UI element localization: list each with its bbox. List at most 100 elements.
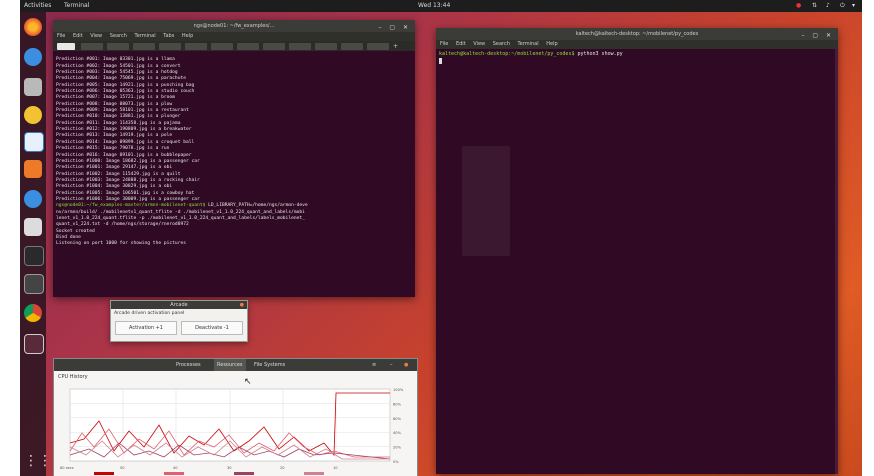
menu-edit[interactable]: Edit	[456, 41, 466, 47]
menu-help[interactable]: Help	[546, 41, 557, 47]
window-title: kaltech@kaltech-desktop: ~/mobilenet/py_…	[575, 31, 699, 37]
terminal-line: Prediction #007: Image 15721.jpg is a br…	[56, 95, 175, 101]
menu-tabs[interactable]: Tabs	[163, 33, 174, 39]
menu-edit[interactable]: Edit	[73, 33, 83, 39]
network-icon[interactable]: ⇅	[812, 0, 817, 12]
terminal-line: Prediction #1006: Image 30009.jpg is a p…	[56, 196, 200, 202]
menu-terminal[interactable]: Terminal	[135, 33, 156, 39]
tab-file-systems[interactable]: File Systems	[254, 359, 285, 371]
y-tick: 20%	[393, 446, 402, 450]
amazon-icon[interactable]	[24, 218, 42, 236]
terminal-line: Prediction #002: Image 54501.jpg is a co…	[56, 63, 181, 69]
terminal-tab[interactable]	[341, 43, 363, 50]
menu-caret-icon[interactable]: ▾	[852, 0, 855, 12]
shell-prompt: ngs@node01:~/fw_examples-master/armnn-mo…	[56, 203, 206, 209]
terminal-tab[interactable]	[57, 43, 75, 50]
help-icon[interactable]	[24, 190, 42, 208]
x-tick: 50	[120, 466, 125, 470]
terminal-line: Prediction #1004: Image 30829.jpg is a o…	[56, 184, 173, 190]
terminal-tab[interactable]	[211, 43, 233, 50]
command-text: LD_LIBRARY_PATH=/home/ngs/armnn-deve	[205, 203, 308, 209]
new-tab-icon[interactable]: +	[393, 43, 407, 50]
right-terminal-title: kaltech@kaltech-desktop: ~/mobilenet/py_…	[436, 28, 838, 40]
left-terminal-title: ngs@node01: ~/fw_examples/... – ▢ ✕	[53, 20, 415, 32]
terminal-tab[interactable]	[367, 43, 389, 50]
left-terminal-output[interactable]: Prediction #001: Image 03301.jpg is a ll…	[53, 51, 415, 248]
menu-file[interactable]: File	[57, 33, 65, 39]
deactivate-button[interactable]: Deactivate -1	[181, 321, 243, 335]
terminal-line: Prediction #001: Image 03301.jpg is a ll…	[56, 57, 175, 63]
faint-overlay	[462, 146, 510, 256]
monitor-icon[interactable]	[24, 274, 44, 294]
dialog-title: Arcade	[170, 302, 188, 308]
close-icon[interactable]: ●	[240, 301, 244, 309]
window-controls[interactable]: – ▢ ✕	[801, 30, 834, 42]
terminal-tab-strip: +	[53, 41, 415, 51]
y-tick: 40%	[393, 431, 402, 435]
terminal-line: Prediction #016: Image 09101.jpg is a bu…	[56, 152, 192, 158]
activities-button[interactable]: Activities	[24, 0, 51, 12]
terminal-line: Prediction #1005: Image 106501.jpg is a …	[56, 190, 195, 196]
right-terminal-window: kaltech@kaltech-desktop: ~/mobilenet/py_…	[436, 28, 838, 474]
apps-grid-icon[interactable]: ⋮⋮	[24, 452, 52, 470]
menu-file[interactable]: File	[440, 41, 448, 47]
menu-view[interactable]: View	[473, 41, 485, 47]
terminal-line: Prediction #015: Image 79078.jpg is a ru…	[56, 146, 170, 152]
record-icon[interactable]: ●	[796, 0, 801, 12]
terminal-tab[interactable]	[185, 43, 207, 50]
terminal-line: Prediction #003: Image 54545.jpg is a ho…	[56, 70, 178, 76]
dock: ⋮⋮	[20, 12, 52, 476]
terminal-tab[interactable]	[81, 43, 103, 50]
status-line: Bind done	[56, 234, 81, 240]
menu-icon[interactable]: ≡	[372, 359, 376, 371]
left-terminal-menubar: File Edit View Search Terminal Tabs Help	[53, 32, 415, 41]
volume-icon[interactable]: ♪	[826, 0, 830, 12]
terminal-line: Prediction #006: Image 05363.jpg is a st…	[56, 89, 195, 95]
terminal-tab[interactable]	[107, 43, 129, 50]
terminal-tab[interactable]	[315, 43, 337, 50]
app-menu[interactable]: Terminal	[64, 0, 89, 12]
terminal-tab[interactable]	[133, 43, 155, 50]
right-terminal-menubar: File Edit View Search Terminal Help	[436, 40, 838, 49]
tab-processes[interactable]: Processes	[176, 359, 201, 371]
command-text: quant_v1_224.txt -d /home/ngs/storage/rn…	[56, 222, 189, 228]
terminal-line: Prediction #008: Image 08073.jpg is a pl…	[56, 101, 173, 107]
x-tick: 30	[227, 466, 232, 470]
terminal-tab[interactable]	[263, 43, 285, 50]
dialog-titlebar: Arcade ●	[111, 301, 247, 309]
rhythmbox-icon[interactable]	[24, 106, 42, 124]
system-monitor-window: Processes Resources File Systems ≡ – ● C…	[53, 358, 418, 476]
activation-dialog: Arcade ● Arcade driven activation panel …	[110, 300, 248, 342]
menu-search[interactable]: Search	[493, 41, 510, 47]
terminal-tab[interactable]	[289, 43, 311, 50]
menu-view[interactable]: View	[90, 33, 102, 39]
software-icon[interactable]	[24, 160, 42, 178]
chrome-icon[interactable]	[24, 304, 42, 322]
terminal-line: Prediction #1001: Image 29147.jpg is a o…	[56, 165, 173, 171]
power-icon[interactable]: ⏻	[840, 0, 845, 12]
sysmon-headerbar: Processes Resources File Systems ≡ – ●	[54, 359, 417, 371]
y-tick: 80%	[393, 402, 402, 406]
desktop: Activities Terminal Wed 13:44 ● ⇅ ♪ ⏻ ▾ …	[20, 0, 862, 476]
thunderbird-icon[interactable]	[24, 48, 42, 66]
menu-terminal[interactable]: Terminal	[518, 41, 539, 47]
firefox-icon[interactable]	[24, 18, 42, 36]
terminal-icon[interactable]	[24, 246, 44, 266]
menu-help[interactable]: Help	[182, 33, 193, 39]
status-line: Socket created	[56, 228, 95, 234]
close-icon[interactable]: ●	[404, 359, 408, 371]
window-controls[interactable]: – ▢ ✕	[378, 22, 411, 34]
tab-resources[interactable]: Resources	[214, 359, 246, 371]
terminal-tab[interactable]	[237, 43, 259, 50]
scrollbar[interactable]	[835, 49, 838, 474]
minimize-icon[interactable]: –	[390, 359, 393, 371]
right-terminal-output[interactable]: kaltech@kaltech-desktop:~/mobilenet/py_c…	[436, 49, 838, 67]
screenshot-icon[interactable]	[24, 334, 44, 354]
menu-search[interactable]: Search	[110, 33, 127, 39]
terminal-tab[interactable]	[159, 43, 181, 50]
clock[interactable]: Wed 13:44	[418, 0, 450, 12]
activation-button[interactable]: Activation +1	[115, 321, 177, 335]
files-icon[interactable]	[24, 78, 42, 96]
terminal-line: Prediction #014: Image 09899.jpg is a cr…	[56, 139, 195, 145]
writer-icon[interactable]	[24, 132, 44, 152]
